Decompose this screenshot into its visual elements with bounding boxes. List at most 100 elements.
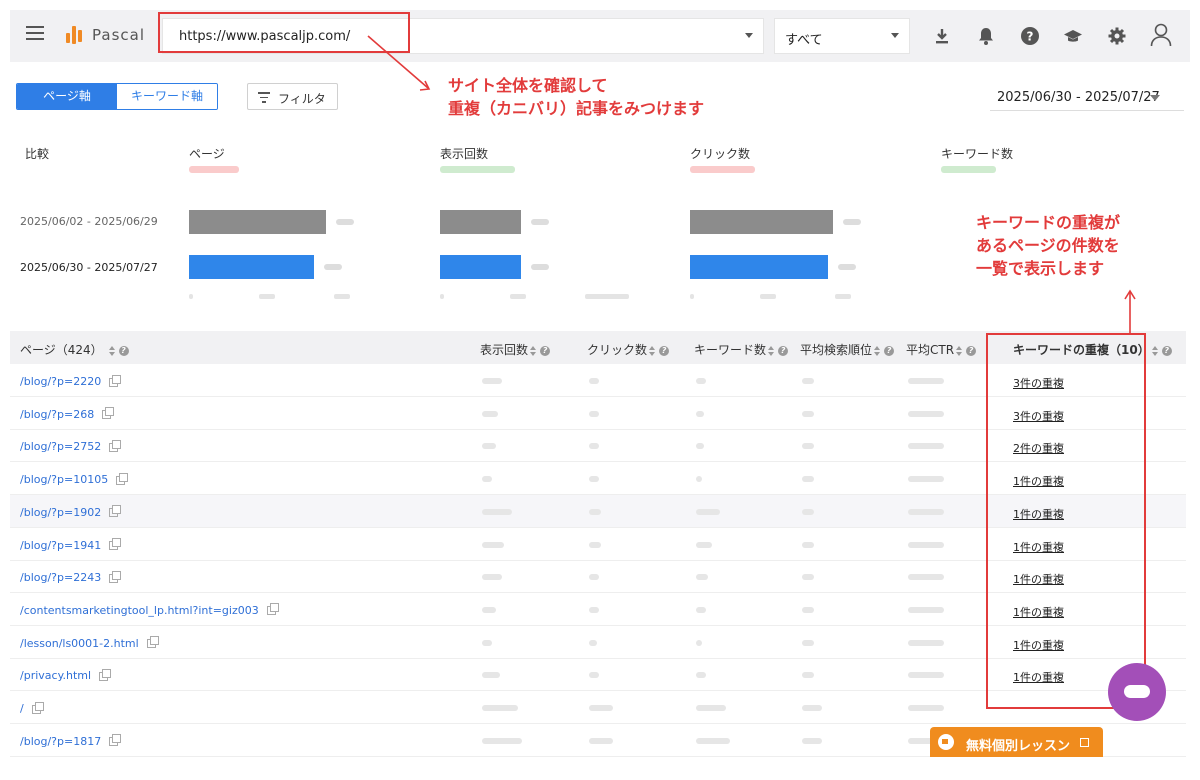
metric-cell — [802, 443, 814, 450]
graduation-cap-icon[interactable] — [1063, 26, 1083, 46]
axis-tick-2-1 — [760, 294, 776, 299]
sort-icon — [649, 345, 656, 356]
date-underline — [990, 110, 1184, 111]
page-link[interactable]: /blog/?p=1941 — [20, 538, 122, 552]
metric-header-impressions: 表示回数 — [440, 147, 489, 161]
copy-icon[interactable] — [102, 407, 115, 420]
metric-cell — [482, 639, 492, 646]
user-icon[interactable] — [1150, 23, 1172, 47]
col-avg-ctr[interactable]: 平均CTR? — [906, 341, 977, 358]
page-link[interactable]: /blog/?p=2220 — [20, 374, 122, 388]
page-link[interactable]: /contentsmarketingtool_lp.html?int=giz00… — [20, 603, 279, 617]
axis-tick-2-2 — [835, 294, 851, 299]
help-icon: ? — [884, 345, 895, 356]
copy-icon[interactable] — [109, 439, 122, 452]
metric-cell — [908, 672, 944, 679]
metric-cell — [908, 476, 944, 483]
col-page[interactable]: ページ（424） ? — [20, 341, 129, 358]
metric-cell — [696, 378, 706, 384]
metric-cell — [802, 378, 814, 384]
download-icon[interactable] — [932, 26, 952, 46]
col-impressions[interactable]: 表示回数? — [480, 341, 551, 358]
metric-cell — [696, 606, 706, 613]
tab-page-axis[interactable]: ページ軸 — [17, 84, 117, 109]
metric-cell — [589, 410, 599, 417]
metric-cell — [908, 410, 944, 417]
metric-cell — [802, 410, 814, 417]
copy-icon[interactable] — [109, 734, 122, 747]
page-link[interactable]: /blog/?p=1817 — [20, 734, 122, 748]
axis-toggle: ページ軸 キーワード軸 — [16, 83, 218, 110]
metric-cell — [696, 508, 720, 515]
help-icon: ? — [778, 345, 789, 356]
metric-cell — [482, 443, 496, 450]
page-link[interactable]: /blog/?p=10105 — [20, 472, 129, 486]
metric-cell — [589, 672, 599, 679]
bar-previous-0-value — [336, 219, 354, 225]
col-clicks[interactable]: クリック数? — [587, 341, 670, 358]
scope-select[interactable]: すべて — [774, 18, 910, 54]
comparison-label: 比較 — [25, 147, 50, 161]
sort-icon — [874, 345, 881, 356]
copy-icon[interactable] — [99, 668, 112, 681]
bar-current-1 — [440, 255, 521, 279]
menu-icon[interactable] — [26, 26, 44, 44]
sort-icon — [108, 345, 116, 356]
copy-icon[interactable] — [109, 538, 122, 550]
page-link[interactable]: /blog/?p=1902 — [20, 505, 122, 519]
metric-cell — [482, 737, 522, 744]
page-link[interactable]: /blog/?p=2243 — [20, 570, 122, 584]
pascal-logo-icon — [66, 24, 86, 46]
filter-button[interactable]: フィルタ — [247, 83, 338, 110]
copy-icon[interactable] — [109, 570, 122, 583]
page-link[interactable]: /blog/?p=2752 — [20, 439, 122, 453]
copy-icon[interactable] — [116, 472, 129, 485]
gear-icon[interactable] — [1107, 26, 1127, 46]
metric-cell — [802, 574, 814, 581]
page-link[interactable]: /lesson/ls0001-2.html — [20, 636, 159, 650]
logo-text: Pascal — [92, 26, 145, 44]
sort-icon — [956, 345, 963, 356]
bell-icon[interactable] — [976, 26, 996, 46]
copy-icon[interactable] — [31, 701, 44, 714]
metric-cell — [482, 705, 518, 711]
bar-previous-2-value — [843, 219, 861, 225]
copy-icon[interactable] — [109, 374, 122, 387]
tab-keyword-axis[interactable]: キーワード軸 — [117, 84, 217, 109]
metric-cell — [696, 541, 712, 548]
metric-cell — [908, 541, 944, 548]
help-icon[interactable]: ? — [1020, 26, 1040, 46]
col-avg-rank[interactable]: 平均検索順位? — [800, 341, 895, 358]
copy-icon[interactable] — [109, 505, 122, 518]
metric-cell — [802, 476, 814, 483]
bar-previous-2 — [690, 210, 833, 234]
page-link[interactable]: /privacy.html — [20, 668, 112, 682]
free-lesson-button[interactable]: 無料個別レッスン — [930, 727, 1103, 757]
metric-cell — [696, 705, 726, 711]
help-icon: ? — [118, 345, 129, 356]
logo[interactable]: Pascal — [66, 24, 145, 46]
metric-cell — [908, 378, 944, 384]
axis-tick-0-2 — [334, 294, 350, 299]
metric-cell — [482, 541, 504, 548]
date-range-select[interactable]: 2025/06/30 - 2025/07/27 — [997, 90, 1160, 105]
chat-button[interactable] — [1108, 663, 1166, 721]
copy-icon[interactable] — [266, 603, 279, 616]
chevron-down-icon — [745, 33, 753, 38]
metric-cell — [482, 378, 502, 384]
metric-cell — [482, 410, 498, 417]
metric-change-clicks — [690, 166, 755, 173]
metric-cell — [696, 737, 730, 744]
metric-cell — [802, 737, 822, 744]
metric-cell — [589, 541, 601, 548]
metric-cell — [802, 541, 814, 548]
metric-change-impressions — [440, 166, 515, 173]
chevron-down-icon[interactable] — [1150, 95, 1160, 101]
bar-current-2-value — [838, 264, 856, 270]
page-link[interactable]: /blog/?p=268 — [20, 407, 115, 421]
annotation-right: キーワードの重複が あるページの件数を 一覧で表示します — [976, 213, 1121, 278]
col-keywords[interactable]: キーワード数? — [694, 341, 789, 358]
filter-icon — [258, 92, 270, 106]
copy-icon[interactable] — [146, 636, 159, 649]
page-link[interactable]: / — [20, 701, 44, 715]
